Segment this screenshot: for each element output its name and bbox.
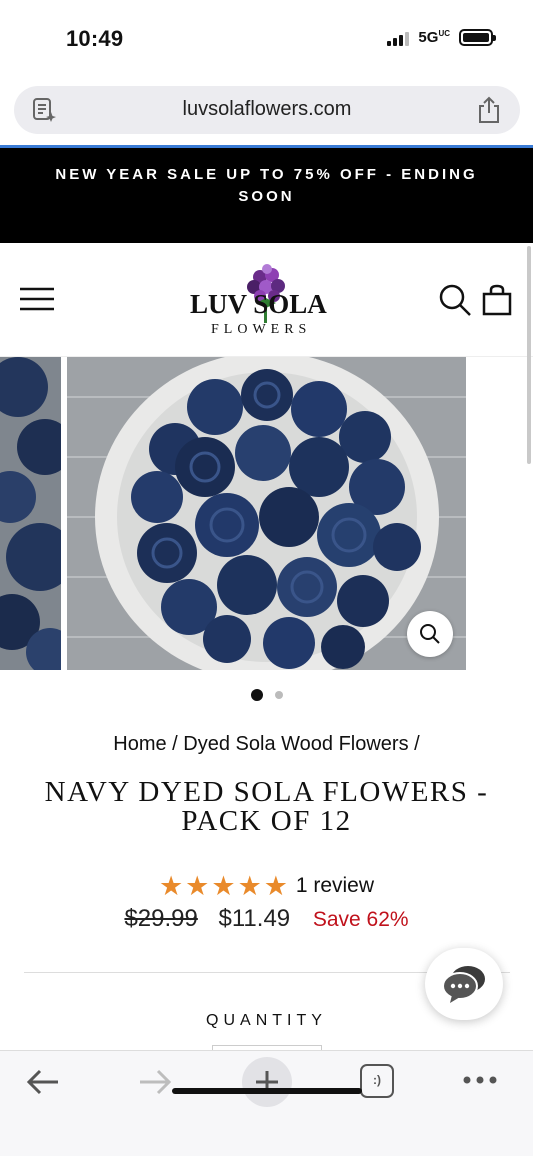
review-count-link[interactable]: 1 review [296, 874, 374, 897]
address-bar[interactable]: luvsolaflowers.com [14, 86, 520, 134]
sale-price: $11.49 [218, 905, 291, 932]
carousel-dot[interactable] [274, 691, 283, 699]
site-header: LUV SOLA FLOWERS [0, 243, 533, 357]
rating-stars: ★★★★★ [158, 871, 290, 901]
menu-icon[interactable] [20, 287, 54, 311]
breadcrumb-home[interactable]: Home [113, 733, 166, 755]
logo[interactable]: LUV SOLA FLOWERS [188, 263, 346, 338]
breadcrumb-category[interactable]: Dyed Sola Wood Flowers [183, 733, 408, 755]
quantity-label: QUANTITY [206, 1012, 327, 1029]
svg-text:FLOWERS: FLOWERS [211, 322, 311, 337]
status-time: 10:49 [66, 26, 124, 51]
chat-icon [442, 966, 485, 1003]
home-indicator[interactable] [172, 1088, 362, 1094]
breadcrumb-separator-trailing: / [408, 733, 420, 755]
back-arrow-icon[interactable] [26, 1067, 60, 1097]
new-tab-button[interactable] [242, 1057, 292, 1107]
battery-icon [459, 29, 496, 46]
announcement-text[interactable]: NEW YEAR SALE UP TO 75% OFF - ENDING SOO… [32, 164, 502, 208]
search-icon[interactable] [438, 283, 472, 317]
savings-badge: Save 62% [312, 908, 409, 931]
original-price: $29.99 [124, 905, 198, 932]
carousel-pagination [0, 689, 533, 701]
product-image-carousel[interactable] [0, 357, 533, 670]
breadcrumb-separator: / [166, 733, 184, 755]
svg-text:LUV SOLA: LUV SOLA [190, 289, 327, 319]
more-icon[interactable] [462, 1074, 498, 1086]
cart-icon[interactable] [481, 284, 513, 316]
browser-toolbar: :) [0, 1050, 533, 1156]
share-icon[interactable] [476, 96, 502, 124]
status-indicators: 5GUC [387, 29, 496, 46]
chat-button[interactable] [425, 948, 503, 1020]
carousel-dot-active[interactable] [250, 689, 263, 701]
breadcrumb: Home / Dyed Sola Wood Flowers / [0, 733, 533, 756]
zoom-button[interactable] [407, 611, 453, 657]
product-title: NAVY DYED SOLA FLOWERS - PACK OF 12 [44, 776, 489, 837]
tabs-icon[interactable]: :) [360, 1064, 394, 1098]
url-text[interactable]: luvsolaflowers.com [14, 98, 520, 121]
network-type: 5GUC [418, 29, 450, 46]
product-image-previous[interactable] [0, 357, 61, 670]
price-row: $29.99 $11.49 Save 62% [0, 905, 533, 933]
announcement-bar[interactable]: NEW YEAR SALE UP TO 75% OFF - ENDING SOO… [0, 148, 533, 243]
product-rating[interactable]: ★★★★★ 1 review [0, 871, 533, 902]
status-bar: 10:49 5GUC [0, 0, 533, 80]
zoom-icon [420, 624, 440, 644]
forward-arrow-icon[interactable] [138, 1067, 172, 1097]
product-image-main[interactable] [67, 357, 466, 670]
signal-icon [387, 30, 410, 46]
